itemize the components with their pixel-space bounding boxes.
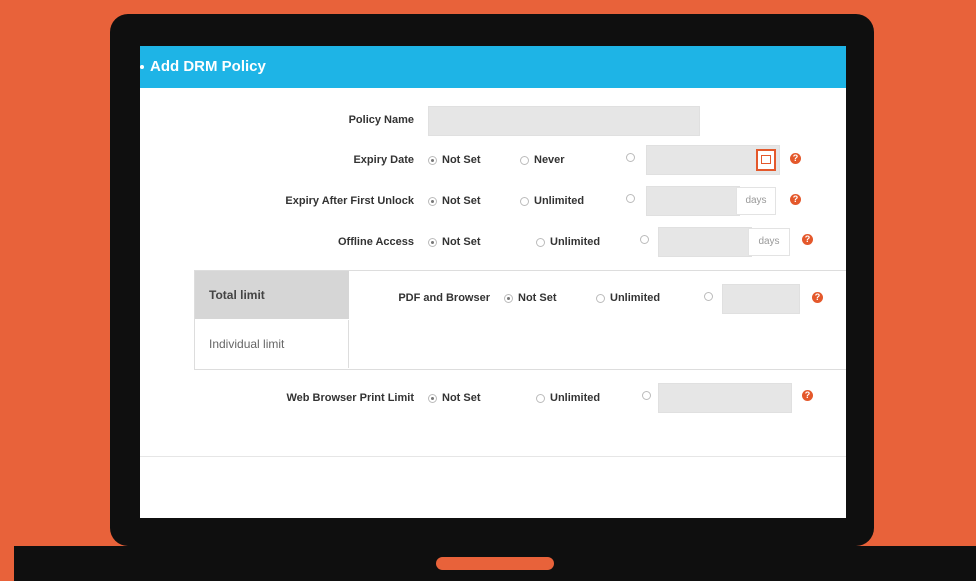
tab-total-limit[interactable]: Total limit xyxy=(195,271,349,319)
offline-access-custom-radio[interactable] xyxy=(640,235,649,244)
offline-access-not-set-radio[interactable] xyxy=(428,238,437,247)
pdf-browser-unlimited-radio[interactable] xyxy=(596,294,605,303)
policy-name-input[interactable] xyxy=(428,106,700,136)
form-divider xyxy=(140,456,846,457)
web-print-limit-unlimited-radio[interactable] xyxy=(536,394,545,403)
expiry-date-custom-radio[interactable] xyxy=(626,153,635,162)
title-bullet-icon xyxy=(140,65,144,69)
offline-access-unit: days xyxy=(748,228,790,256)
offline-access-label: Offline Access xyxy=(337,236,414,248)
expiry-date-not-set-radio[interactable] xyxy=(428,156,437,165)
pdf-browser-not-set-label: Not Set xyxy=(518,292,557,304)
expiry-after-unlock-not-set-label: Not Set xyxy=(442,195,481,207)
offline-access-not-set-label: Not Set xyxy=(442,236,481,248)
pdf-browser-input[interactable] xyxy=(722,284,800,314)
expiry-after-unlock-custom-radio[interactable] xyxy=(626,194,635,203)
pdf-browser-unlimited-label: Unlimited xyxy=(610,292,661,304)
web-print-limit-not-set-label: Not Set xyxy=(442,392,481,404)
expiry-date-never-label: Never xyxy=(534,154,565,166)
expiry-after-unlock-unit: days xyxy=(736,187,776,215)
expiry-after-unlock-input[interactable] xyxy=(646,186,740,216)
web-print-limit-help-icon[interactable]: ? xyxy=(802,390,813,401)
offline-access-unlimited-radio[interactable] xyxy=(536,238,545,247)
expiry-after-unlock-label: Expiry After First Unlock xyxy=(285,195,414,207)
laptop-notch xyxy=(436,557,554,570)
dialog-titlebar: Add DRM Policy xyxy=(140,46,846,88)
expiry-after-unlock-not-set-radio[interactable] xyxy=(428,197,437,206)
web-print-limit-label: Web Browser Print Limit xyxy=(286,392,414,404)
expiry-after-unlock-unlimited-label: Unlimited xyxy=(534,195,585,207)
web-print-limit-input[interactable] xyxy=(658,383,792,413)
pdf-browser-help-icon[interactable]: ? xyxy=(812,292,823,303)
pdf-browser-not-set-radio[interactable] xyxy=(504,294,513,303)
offline-access-unlimited-label: Unlimited xyxy=(550,236,601,248)
expiry-date-help-icon[interactable]: ? xyxy=(790,153,801,164)
dialog-window: Add DRM Policy Policy Name Expiry Date N… xyxy=(140,46,846,518)
offline-access-input[interactable] xyxy=(658,227,752,257)
web-print-limit-not-set-radio[interactable] xyxy=(428,394,437,403)
pdf-browser-custom-radio[interactable] xyxy=(704,292,713,301)
expiry-after-unlock-help-icon[interactable]: ? xyxy=(790,194,801,205)
dialog-title: Add DRM Policy xyxy=(150,58,266,75)
calendar-icon[interactable] xyxy=(756,149,776,171)
pdf-browser-label: PDF and Browser xyxy=(398,292,490,304)
expiry-date-label: Expiry Date xyxy=(353,154,414,166)
expiry-date-never-radio[interactable] xyxy=(520,156,529,165)
offline-access-help-icon[interactable]: ? xyxy=(802,234,813,245)
web-print-limit-unlimited-label: Unlimited xyxy=(550,392,601,404)
tab-individual-limit[interactable]: Individual limit xyxy=(195,320,349,368)
expiry-after-unlock-unlimited-radio[interactable] xyxy=(520,197,529,206)
policy-name-label: Policy Name xyxy=(348,114,414,126)
expiry-date-not-set-label: Not Set xyxy=(442,154,481,166)
web-print-limit-custom-radio[interactable] xyxy=(642,391,651,400)
